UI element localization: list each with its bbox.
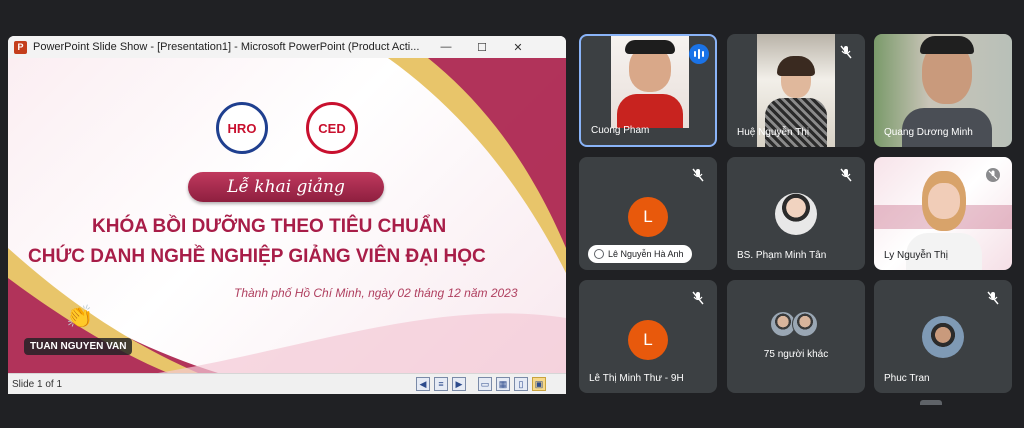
avatar: L (628, 197, 668, 237)
slide-canvas: HRO CED Lễ khai giảng KHÓA BỒI DƯỠNG THE… (8, 58, 566, 373)
mic-off-icon (840, 168, 852, 182)
scroll-indicator[interactable] (920, 400, 942, 405)
mic-off-icon (986, 168, 1000, 182)
speaking-indicator-icon (689, 44, 709, 64)
next-slide-icon[interactable]: ▶ (452, 377, 466, 391)
hro-logo: HRO (216, 102, 268, 154)
avatar: L (628, 320, 668, 360)
clap-reaction-icon: 👏 (66, 304, 94, 329)
participant-tile[interactable]: Cuong Pham (579, 34, 717, 147)
mic-off-icon (840, 45, 852, 59)
minimize-button[interactable]: — (428, 41, 464, 53)
mic-off-icon (987, 291, 999, 305)
participant-name: Lê Nguyễn Hà Anh (608, 249, 684, 259)
avatar (792, 311, 818, 337)
maximize-button[interactable]: ☐ (464, 41, 500, 54)
avatar (922, 316, 964, 358)
participant-tile[interactable]: L Lê Thị Minh Thư - 9H (579, 280, 717, 393)
mic-icon (594, 249, 604, 259)
hro-logo-text: HRO (227, 120, 257, 136)
date-line: Thành phố Hồ Chí Minh, ngày 02 tháng 12 … (234, 286, 518, 300)
presenter-name-label: TUAN NGUYEN VAN (24, 338, 133, 355)
slide-sorter-icon[interactable]: ▦ (496, 377, 510, 391)
participant-name: Phuc Tran (884, 373, 930, 384)
window-title: PowerPoint Slide Show - [Presentation1] … (33, 41, 420, 53)
participant-name: Ly Nguyễn Thị (884, 250, 948, 261)
participant-name-pill: Lê Nguyễn Hà Anh (588, 245, 692, 263)
participant-name: Quang Dương Minh (884, 127, 973, 138)
powerpoint-app-icon: P (14, 40, 27, 54)
mic-off-icon (692, 291, 704, 305)
heading-line-1: KHÓA BỒI DƯỠNG THEO TIÊU CHUẨN (92, 216, 447, 237)
close-button[interactable]: ✕ (500, 41, 536, 54)
prev-slide-icon[interactable]: ◀ (416, 377, 430, 391)
powerpoint-window: P PowerPoint Slide Show - [Presentation1… (8, 36, 566, 394)
participant-tile[interactable]: L Lê Nguyễn Hà Anh (579, 157, 717, 270)
slideshow-view-icon[interactable]: ▣ (532, 377, 546, 391)
ced-logo-text: CED (318, 120, 346, 136)
reading-view-icon[interactable]: ▯ (514, 377, 528, 391)
notes-icon[interactable]: ≡ (434, 377, 448, 391)
avatar (775, 193, 817, 235)
participant-tile[interactable]: Ly Nguyễn Thị (874, 157, 1012, 270)
others-count: 75 người khác (763, 349, 829, 360)
participant-name: Lê Thị Minh Thư - 9H (589, 373, 684, 384)
video-feed (611, 36, 689, 128)
ced-logo: CED (306, 102, 358, 154)
participant-tile[interactable]: Phuc Tran (874, 280, 1012, 393)
normal-view-icon[interactable]: ▭ (478, 377, 492, 391)
ceremony-banner: Lễ khai giảng (188, 172, 384, 202)
others-avatars (770, 311, 818, 337)
slide-counter: Slide 1 of 1 (12, 378, 63, 390)
participant-tile[interactable]: Huệ Nguyễn Thị (727, 34, 865, 147)
participant-name: Cuong Pham (591, 125, 650, 136)
mic-off-icon (692, 168, 704, 182)
participant-name: BS. Phạm Minh Tân (737, 250, 827, 261)
ppt-status-bar: Slide 1 of 1 ◀ ≡ ▶ ▭ ▦ ▯ ▣ (8, 373, 566, 394)
ppt-titlebar: P PowerPoint Slide Show - [Presentation1… (8, 36, 566, 58)
participant-tile[interactable]: Quang Dương Minh (874, 34, 1012, 147)
others-tile[interactable]: 75 người khác (727, 280, 865, 393)
heading-line-2: CHỨC DANH NGHỀ NGHIỆP GIẢNG VIÊN ĐẠI HỌC (28, 246, 486, 267)
participant-tile[interactable]: BS. Phạm Minh Tân (727, 157, 865, 270)
participant-name: Huệ Nguyễn Thị (737, 127, 810, 138)
